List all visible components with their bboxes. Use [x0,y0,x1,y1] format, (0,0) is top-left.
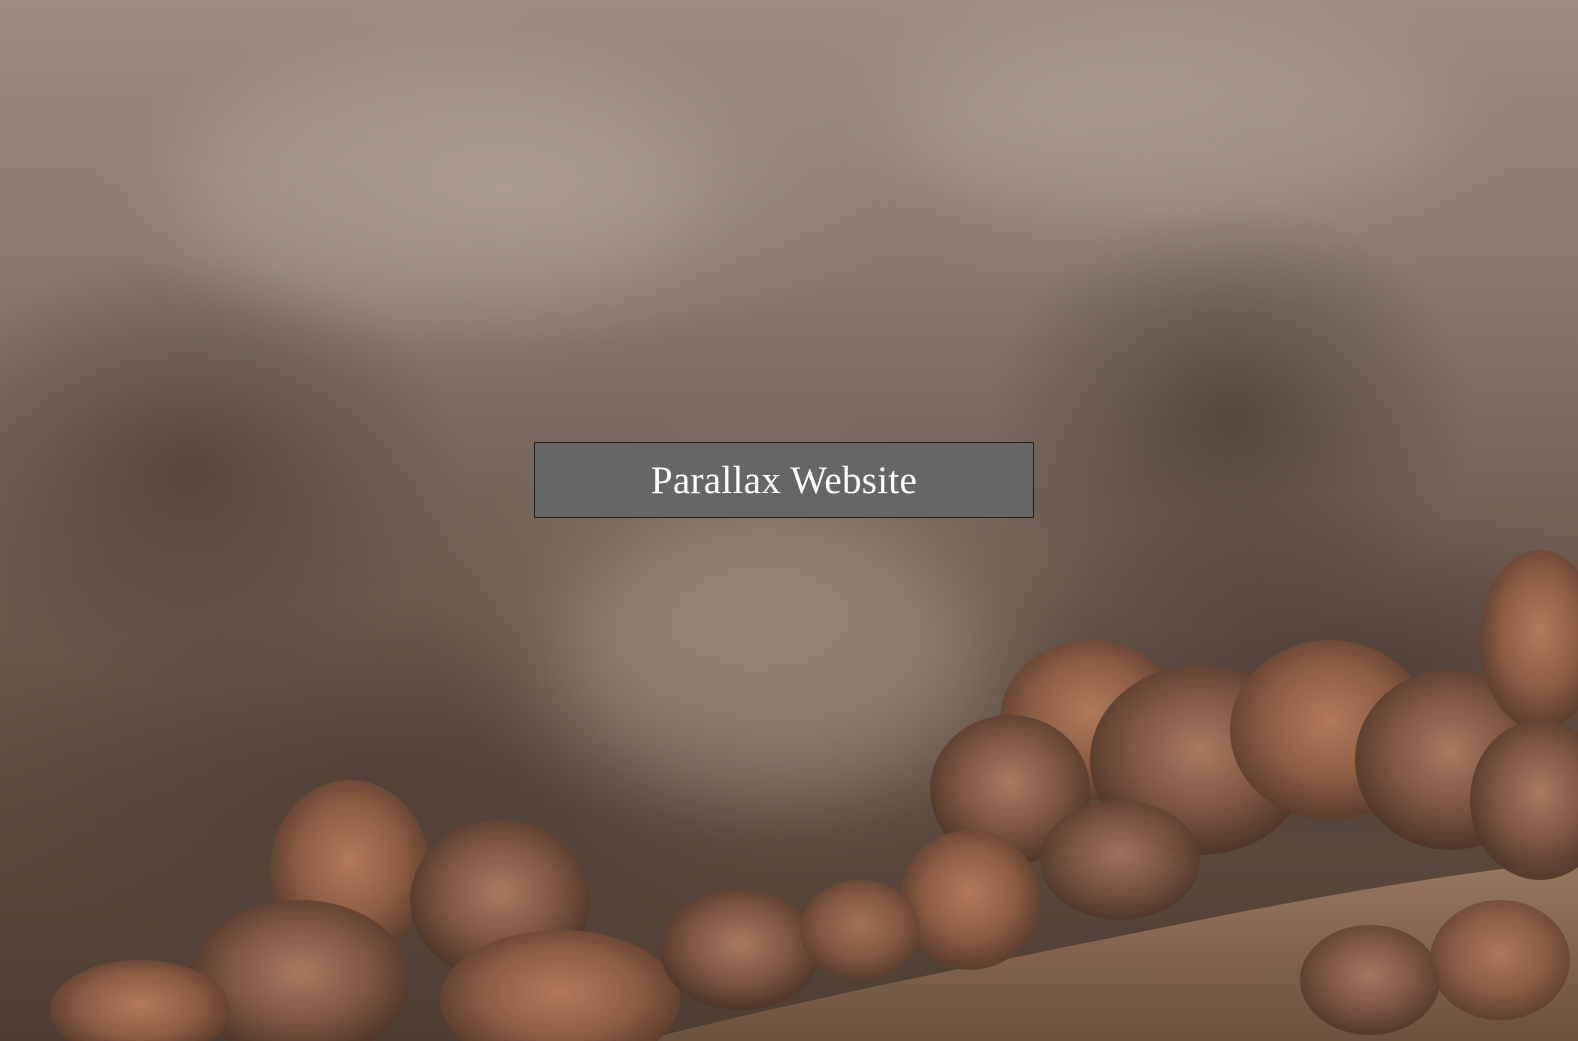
page-title: Parallax Website [650,458,918,502]
forest-hillside-image [50,550,1578,1041]
title-banner: Parallax Website [534,442,1034,518]
hero-section: Parallax Website [0,0,1578,1041]
